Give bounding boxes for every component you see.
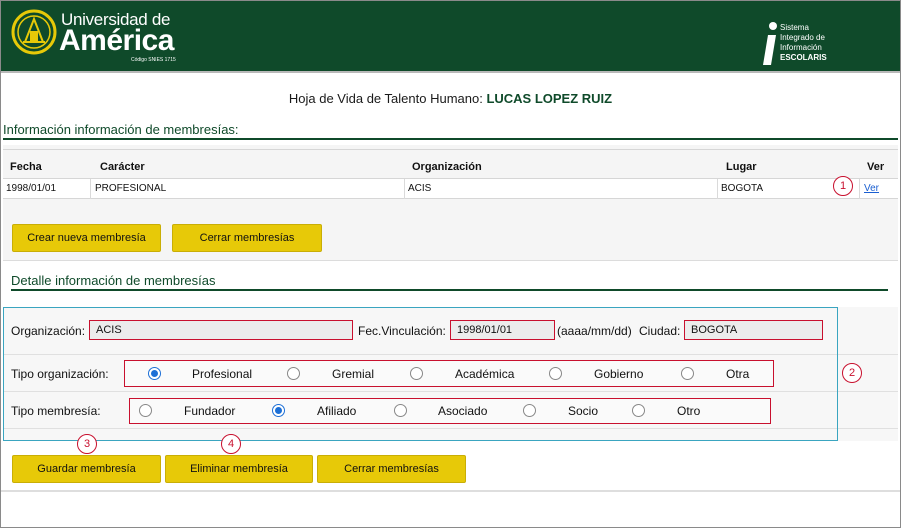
radio-gremial[interactable] <box>287 367 300 380</box>
section-rule <box>11 289 888 291</box>
radio-fundador[interactable] <box>139 404 152 417</box>
tipo-membresia-radio-group: Fundador Afiliado Asociado Socio Otro <box>129 398 771 424</box>
cell-divider <box>90 179 91 199</box>
radio-label-gremial: Gremial <box>332 367 375 381</box>
logo-code: Código SNIES 1715 <box>131 57 176 63</box>
date-format-hint: (aaaa/mm/dd) <box>557 324 632 338</box>
radio-label-socio: Socio <box>568 404 599 418</box>
fec-vinculacion-label: Fec.Vinculación: <box>358 324 446 338</box>
radio-gobierno[interactable] <box>549 367 562 380</box>
cell-fecha: 1998/01/01 <box>6 183 57 194</box>
system-line: Sistema <box>780 23 809 32</box>
fec-vinculacion-input[interactable]: 1998/01/01 <box>450 320 555 340</box>
system-line: Información <box>780 43 822 52</box>
radio-profesional[interactable] <box>148 367 161 380</box>
ciudad-input[interactable]: BOGOTA <box>684 320 823 340</box>
table-header: Fecha Carácter Organización Lugar Ver <box>3 149 898 179</box>
detail-section-title: Detalle información de membresías <box>11 273 216 288</box>
radio-otra[interactable] <box>681 367 694 380</box>
radio-otro[interactable] <box>632 404 645 417</box>
university-logo-icon <box>11 9 57 55</box>
radio-label-otro: Otro <box>677 404 701 418</box>
page-title: Hoja de Vida de Talento Humano: LUCAS LO… <box>0 91 901 106</box>
close-memberships-detail-button[interactable]: Cerrar membresías <box>317 455 466 483</box>
cell-lugar: BOGOTA <box>721 183 764 194</box>
cell-divider <box>404 179 405 199</box>
header-divider <box>1 71 900 73</box>
footer-divider <box>1 490 900 492</box>
radio-afiliado[interactable] <box>272 404 285 417</box>
cell-caracter: PROFESIONAL <box>95 183 167 194</box>
system-name: ESCOLARIS <box>780 53 827 62</box>
callout-1: 1 <box>833 176 853 196</box>
list-section-title: Información información de membresías: <box>3 122 239 137</box>
organizacion-input[interactable]: ACIS <box>89 320 353 340</box>
new-membership-button[interactable]: Crear nueva membresía <box>12 224 161 252</box>
tipo-membresia-label: Tipo membresía: <box>11 404 101 418</box>
ciudad-label: Ciudad: <box>639 324 681 338</box>
info-system-icon <box>763 22 777 65</box>
callout-4: 4 <box>221 434 241 454</box>
section-rule <box>3 138 898 140</box>
employee-name: LUCAS LOPEZ RUIZ <box>486 91 613 106</box>
column-header-organizacion: Organización <box>412 161 482 173</box>
radio-label-profesional: Profesional <box>192 367 253 381</box>
table-row: 1998/01/01 PROFESIONAL ACIS BOGOTA Ver <box>3 179 898 199</box>
column-header-ver: Ver <box>867 161 885 173</box>
column-header-fecha: Fecha <box>10 161 42 173</box>
logo-text-line2: América <box>59 24 174 57</box>
column-header-lugar: Lugar <box>726 161 757 173</box>
tipo-organizacion-label: Tipo organización: <box>11 367 109 381</box>
cell-organizacion: ACIS <box>408 183 432 194</box>
view-link[interactable]: Ver <box>864 183 879 203</box>
save-membership-button[interactable]: Guardar membresía <box>12 455 161 483</box>
radio-label-gobierno: Gobierno <box>594 367 644 381</box>
system-label: Sistema Integrado de Información ESCOLAR… <box>780 23 827 63</box>
delete-membership-button[interactable]: Eliminar membresía <box>165 455 313 483</box>
cell-divider <box>859 179 860 199</box>
system-line: Integrado de <box>780 33 825 42</box>
radio-socio[interactable] <box>523 404 536 417</box>
radio-label-afiliado: Afiliado <box>317 404 357 418</box>
app-header: Universidad de América Código SNIES 1715… <box>1 1 900 71</box>
tipo-organizacion-radio-group: Profesional Gremial Académica Gobierno O… <box>124 360 774 387</box>
radio-asociado[interactable] <box>394 404 407 417</box>
radio-label-academica: Académica <box>455 367 515 381</box>
radio-label-fundador: Fundador <box>184 404 236 418</box>
cell-divider <box>717 179 718 199</box>
radio-academica[interactable] <box>410 367 423 380</box>
organizacion-label: Organización: <box>11 324 86 338</box>
radio-label-otra: Otra <box>726 367 750 381</box>
radio-label-asociado: Asociado <box>438 404 488 418</box>
callout-2: 2 <box>842 363 862 383</box>
close-memberships-button[interactable]: Cerrar membresías <box>172 224 322 252</box>
page-title-prefix: Hoja de Vida de Talento Humano: <box>288 91 487 106</box>
callout-3: 3 <box>77 434 97 454</box>
window-frame <box>0 0 901 528</box>
column-header-caracter: Carácter <box>100 161 145 173</box>
